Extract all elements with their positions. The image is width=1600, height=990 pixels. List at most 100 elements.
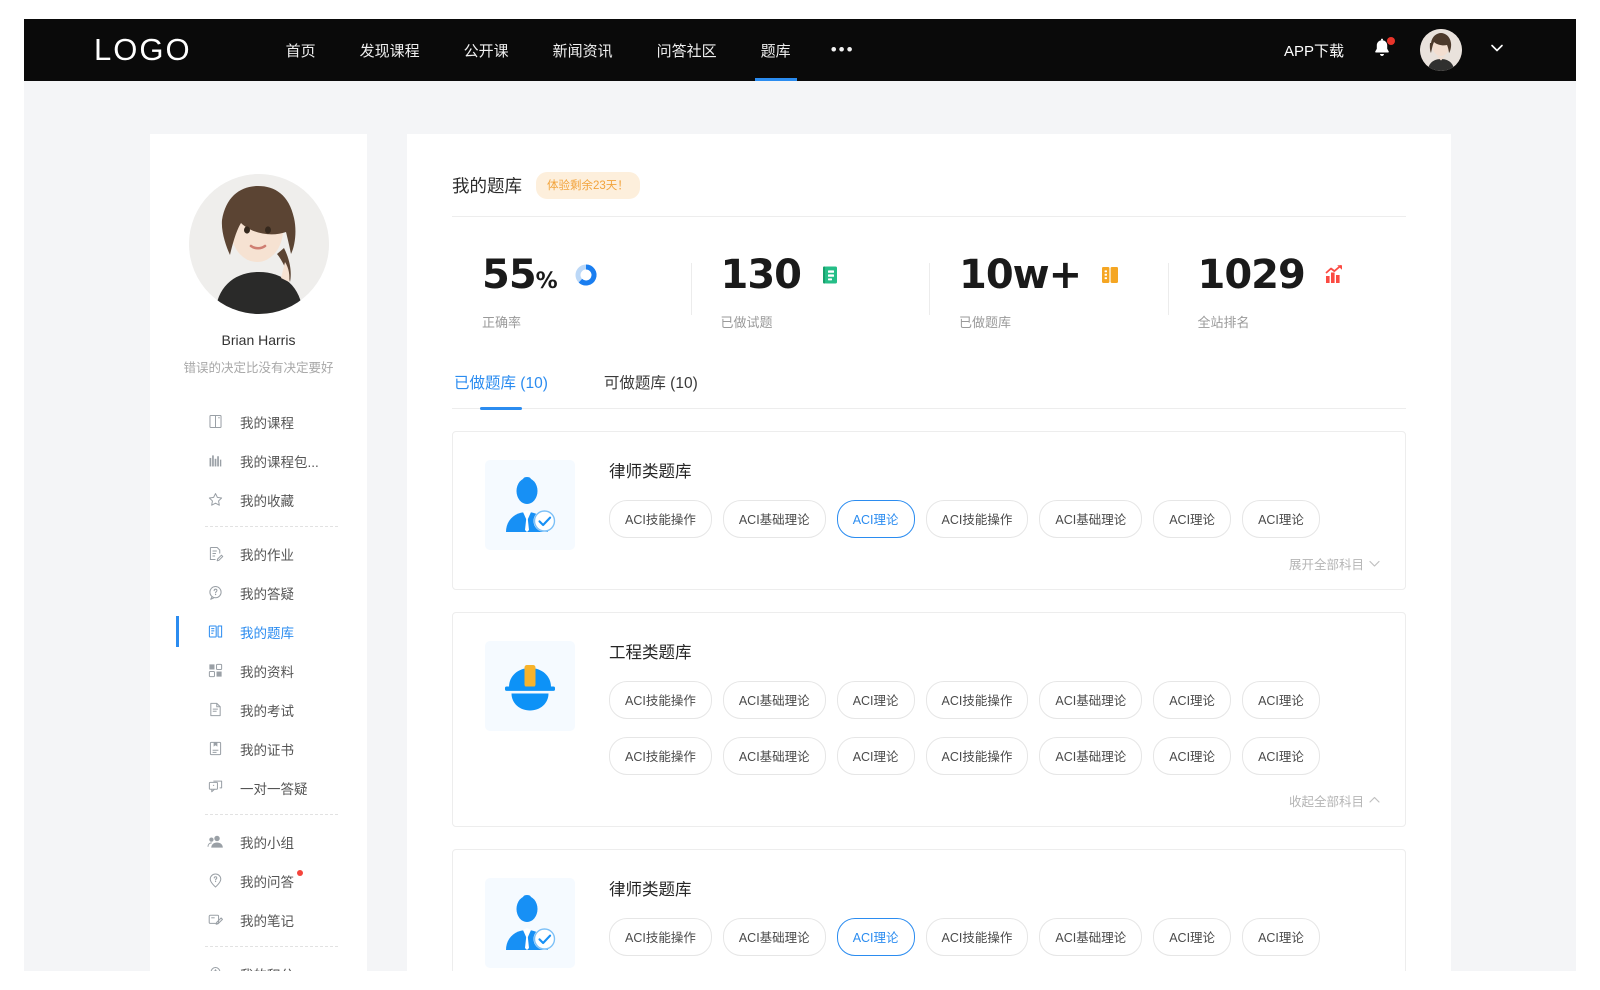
subject-tag[interactable]: ACI理论 [1242, 681, 1320, 719]
rank-chart-icon [1321, 262, 1347, 288]
sidebar-item-1[interactable]: 我的课程包... [150, 441, 367, 480]
subject-tag[interactable]: ACI基础理论 [723, 918, 826, 956]
sidebar-item-label: 我的问答 [240, 871, 294, 891]
subject-tag[interactable]: ACI技能操作 [609, 500, 712, 538]
notification-badge-dot [1387, 37, 1395, 45]
stat-card-3: 1029 全站排名 [1168, 255, 1407, 331]
tag-row: ACI技能操作 ACI基础理论 ACI理论 ACI技能操作 ACI基础理论 ACI理论 AC… [609, 737, 1381, 775]
subject-tag[interactable]: ACI技能操作 [609, 918, 712, 956]
subject-tag[interactable]: ACI理论 [1153, 681, 1231, 719]
star-icon [207, 491, 224, 508]
subject-tag[interactable]: ACI技能操作 [926, 918, 1029, 956]
card-footer: 展开全部科目 [609, 554, 1381, 579]
subject-tag[interactable]: ACI理论 [1242, 918, 1320, 956]
subject-tag[interactable]: ACI基础理论 [1039, 681, 1142, 719]
subject-tag[interactable]: ACI技能操作 [926, 681, 1029, 719]
tag-row: ACI技能操作 ACI基础理论 ACI理论 ACI技能操作 ACI基础理论 ACI理论 AC… [609, 681, 1381, 719]
subject-tag[interactable]: ACI理论 [1242, 500, 1320, 538]
sidebar-item-badge-dot [297, 870, 303, 876]
card-title: 律师类题库 [609, 876, 1381, 900]
subject-tag[interactable]: ACI理论 [1153, 500, 1231, 538]
content-tabs: 已做题库 (10) 可做题库 (10) [452, 363, 1406, 409]
nav-more-icon[interactable]: ••• [813, 19, 873, 81]
sidebar-item-label: 我的笔记 [240, 910, 294, 930]
toggle-subjects-label: 收起全部科目 [1289, 791, 1364, 810]
donut-chart-icon [573, 262, 599, 288]
stat-label: 已做试题 [721, 312, 930, 331]
subject-tag[interactable]: ACI基础理论 [723, 681, 826, 719]
subject-tag[interactable]: ACI理论 [837, 681, 915, 719]
nav-item-1[interactable]: 发现课程 [338, 19, 442, 81]
sidebar-item-label: 我的小组 [240, 832, 294, 852]
site-logo[interactable]: LOGO [94, 32, 192, 68]
toggle-subjects-button[interactable]: 收起全部科目 [1289, 791, 1381, 810]
question-bank-card: 工程类题库ACI技能操作ACI基础理论ACI理论ACI技能操作ACI基础理论AC… [452, 612, 1406, 827]
sidebar-item-14[interactable]: 我的笔记 [150, 900, 367, 939]
subject-tag[interactable]: ACI技能操作 [926, 737, 1029, 775]
nav-item-4[interactable]: 问答社区 [635, 19, 739, 81]
sidebar-item-8[interactable]: 我的考试 [150, 690, 367, 729]
tab-0[interactable]: 已做题库 (10) [452, 363, 550, 408]
subject-tag[interactable]: ACI理论 [837, 918, 915, 956]
subject-tag[interactable]: ACI理论 [837, 737, 915, 775]
subject-tag[interactable]: ACI理论 [837, 500, 915, 538]
lawyer-verified-icon [485, 878, 575, 968]
sidebar-divider [205, 946, 338, 947]
stats-row: 55% 正确率130 已做试题10w+ 已做题库1029 全站排名 [452, 217, 1406, 349]
materials-icon [207, 662, 224, 679]
stat-label: 已做题库 [959, 312, 1168, 331]
nav-item-3[interactable]: 新闻资讯 [531, 19, 635, 81]
card-title: 律师类题库 [609, 458, 1381, 482]
nav-item-label: 公开课 [464, 40, 509, 61]
nav-item-2[interactable]: 公开课 [442, 19, 531, 81]
subject-tag[interactable]: ACI基础理论 [1039, 737, 1142, 775]
sidebar-item-5[interactable]: 我的答疑 [150, 573, 367, 612]
page-root: LOGO 首页发现课程 公开课 新闻资讯 问答社区 题库 ••• APP下载 [24, 19, 1576, 971]
sidebar-item-16[interactable]: 我的积分 [150, 954, 367, 971]
subject-tag[interactable]: ACI技能操作 [926, 500, 1029, 538]
stat-number: 1029 [1198, 252, 1305, 298]
sidebar-item-9[interactable]: 我的证书 [150, 729, 367, 768]
subject-tag[interactable]: ACI理论 [1153, 737, 1231, 775]
question-bank-list: 律师类题库ACI技能操作ACI基础理论ACI理论ACI技能操作ACI基础理论AC… [452, 431, 1406, 971]
profile-avatar[interactable] [189, 174, 329, 314]
nav-item-label: 问答社区 [657, 40, 717, 61]
subject-tag[interactable]: ACI基础理论 [1039, 918, 1142, 956]
one-on-one-chat-icon [207, 779, 224, 796]
sidebar-item-10[interactable]: 一对一答疑 [150, 768, 367, 807]
orange-book-icon [1097, 262, 1123, 288]
exam-paper-icon [207, 701, 224, 718]
sidebar-item-4[interactable]: 我的作业 [150, 534, 367, 573]
orange-book-icon [1097, 262, 1123, 288]
subject-tag[interactable]: ACI理论 [1242, 737, 1320, 775]
subject-tag[interactable]: ACI基础理论 [723, 500, 826, 538]
sidebar-item-12[interactable]: 我的小组 [150, 822, 367, 861]
sidebar-item-0[interactable]: 我的课程 [150, 402, 367, 441]
nav-item-0[interactable]: 首页 [264, 19, 338, 81]
tab-1[interactable]: 可做题库 (10) [602, 363, 700, 408]
green-book-icon [817, 262, 843, 288]
card-footer: 收起全部科目 [609, 791, 1381, 816]
app-download-link[interactable]: APP下载 [1284, 40, 1344, 61]
avatar[interactable] [1420, 29, 1462, 71]
question-bank-card: 律师类题库 ACI技能操作 ACI基础理论 ACI理论 ACI技能操作 ACI基础理论 AC… [452, 431, 1406, 590]
subject-tag[interactable]: ACI技能操作 [609, 681, 712, 719]
main-header: 我的题库 体验剩余23天！ [452, 134, 1406, 217]
stat-label: 正确率 [482, 312, 691, 331]
account-chevron-button[interactable] [1488, 39, 1506, 62]
subject-tag[interactable]: ACI理论 [1153, 918, 1231, 956]
subject-tag[interactable]: ACI基础理论 [1039, 500, 1142, 538]
sidebar-item-13[interactable]: 我的问答 [150, 861, 367, 900]
notification-bell-button[interactable] [1370, 37, 1394, 63]
toggle-subjects-button[interactable]: 展开全部科目 [1289, 554, 1381, 573]
sidebar-item-2[interactable]: 我的收藏 [150, 480, 367, 519]
sidebar-item-6[interactable]: 我的题库 [150, 612, 367, 651]
group-icon [207, 833, 224, 850]
left-sidebar: Brian Harris 错误的决定比没有决定要好 我的课程我的课程包...我的… [150, 134, 367, 971]
lawyer-verified-icon [485, 460, 575, 550]
nav-item-5[interactable]: 题库 [739, 19, 813, 81]
subject-tag[interactable]: ACI基础理论 [723, 737, 826, 775]
sidebar-item-7[interactable]: 我的资料 [150, 651, 367, 690]
subject-tag[interactable]: ACI技能操作 [609, 737, 712, 775]
stat-number: 55 [482, 252, 536, 298]
